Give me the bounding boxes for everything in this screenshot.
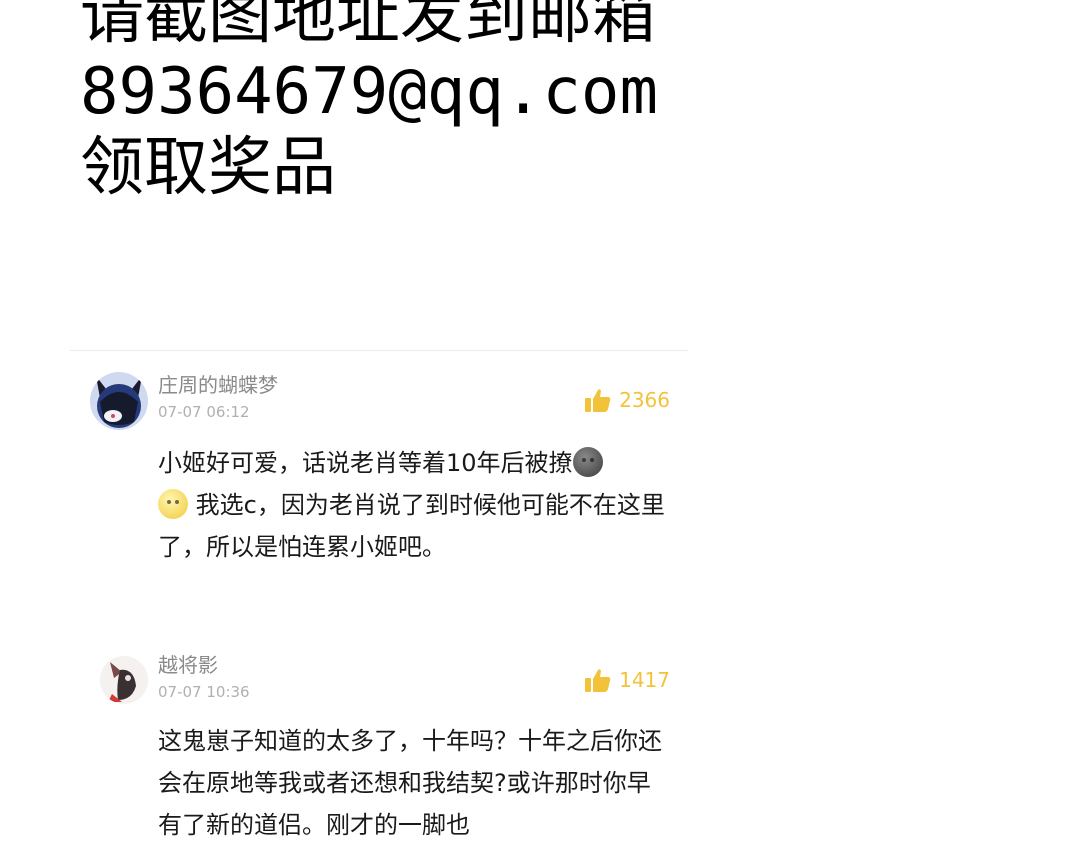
comment-text: 小姬好可爱，话说老肖等着10年后被撩 我选c，因为老肖说了到时候他可能不在这里了…	[158, 442, 668, 568]
like-button[interactable]: 2366	[585, 388, 670, 412]
avatar[interactable]	[90, 372, 148, 430]
timestamp: 07-07 06:12	[158, 403, 250, 421]
moon-face-icon	[158, 489, 188, 519]
promo-line-3: 领取奖品	[80, 131, 336, 205]
avatar-image	[90, 372, 148, 430]
username[interactable]: 越将影	[158, 652, 250, 678]
thumbs-up-icon	[585, 669, 611, 692]
comment-meta: 庄周的蝴蝶梦 07-07 06:12	[158, 372, 278, 422]
like-count: 1417	[619, 668, 670, 692]
comment-text-part: 我选c，因为老肖说了到时候他可能不在这里了，所以是怕连累小姬吧。	[158, 491, 665, 561]
comment-text-part: 小姬好可爱，话说老肖等着10年后被撩	[158, 449, 573, 477]
avatar[interactable]	[100, 656, 148, 704]
dark-moon-face-icon	[572, 447, 603, 477]
divider	[70, 350, 688, 351]
promo-line-1: 请截图地址发到邮箱	[80, 0, 656, 53]
promo-banner: 请截图地址发到邮箱 89364679@qq.com 领取奖品	[80, 0, 658, 206]
comment-text: 这鬼崽子知道的太多了，十年吗？十年之后你还会在原地等我或者还想和我结契?或许那时…	[158, 727, 662, 839]
like-count: 2366	[619, 388, 670, 412]
avatar-image	[100, 656, 148, 704]
like-button[interactable]: 1417	[585, 668, 670, 692]
timestamp: 07-07 10:36	[158, 683, 250, 701]
comment-meta: 越将影 07-07 10:36	[158, 652, 250, 702]
thumbs-up-icon	[585, 389, 611, 412]
username[interactable]: 庄周的蝴蝶梦	[158, 372, 278, 398]
promo-email: 89364679@qq.com	[80, 55, 658, 129]
